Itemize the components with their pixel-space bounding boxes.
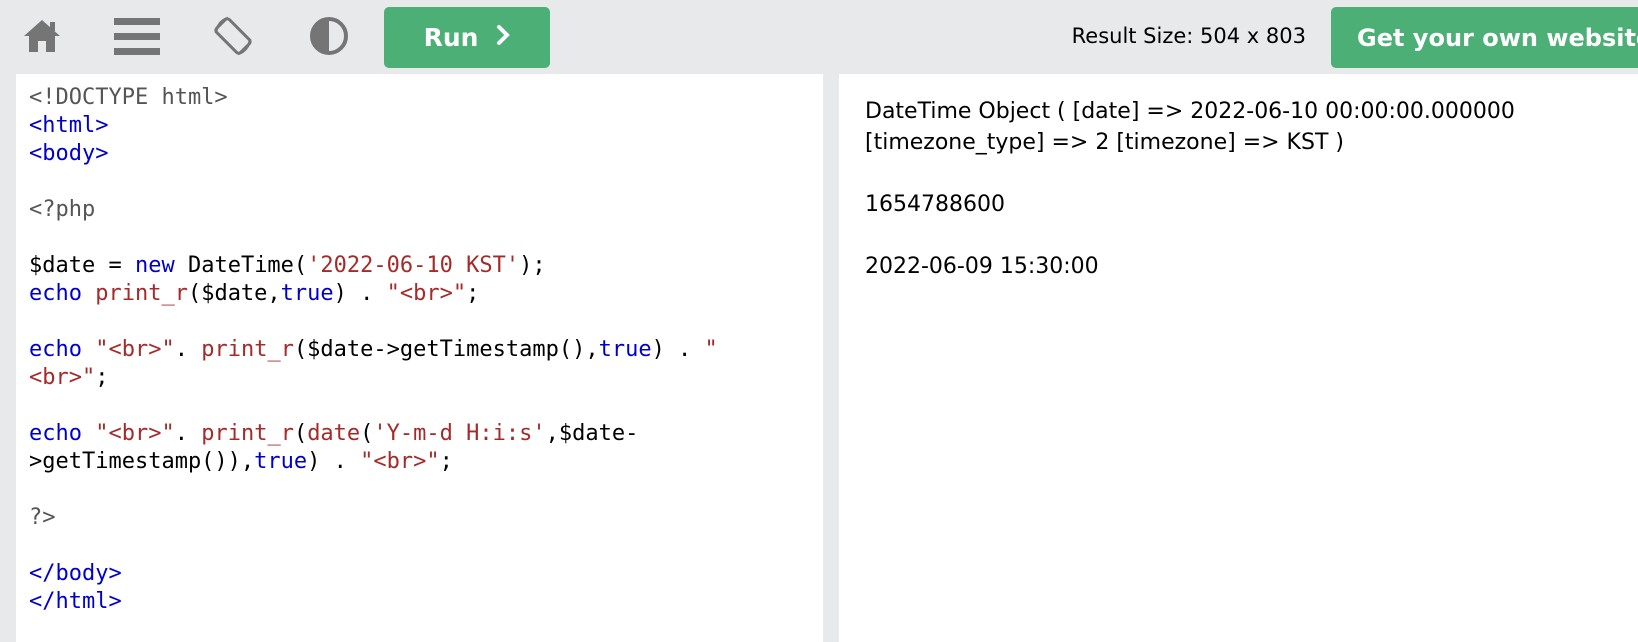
- code-content[interactable]: <!DOCTYPE html> <html> <body> <?php $dat…: [16, 74, 823, 616]
- toolbar: Run Result Size: 504 x 803 Get your own …: [0, 0, 1638, 72]
- rotate-icon[interactable]: [205, 10, 261, 62]
- code-line: ?>: [29, 505, 56, 530]
- code-line: echo "<br>". print_r($date->getTimestamp…: [29, 337, 718, 362]
- result-output: DateTime Object ( [date] => 2022-06-10 0…: [839, 74, 1638, 282]
- code-line: $date = new DateTime('2022-06-10 KST');: [29, 253, 546, 278]
- home-icon[interactable]: [14, 10, 70, 62]
- code-line: </html>: [29, 589, 122, 614]
- run-label: Run: [423, 23, 479, 52]
- code-line: <?php: [29, 197, 96, 222]
- code-line: <br>";: [29, 365, 109, 390]
- result-size-label: Result Size: 504 x 803: [1071, 24, 1306, 48]
- code-line: <html>: [29, 113, 109, 138]
- code-editor[interactable]: <!DOCTYPE html> <html> <body> <?php $dat…: [16, 74, 823, 642]
- chevron-right-icon: [496, 24, 511, 52]
- output-line: DateTime Object ( [date] => 2022-06-10 0…: [865, 99, 1515, 155]
- output-line: 2022-06-09 15:30:00: [865, 254, 1099, 279]
- code-line: <body>: [29, 141, 109, 166]
- get-your-own-website-button[interactable]: Get your own website: [1331, 7, 1638, 68]
- code-line: echo "<br>". print_r(date('Y-m-d H:i:s',…: [29, 421, 639, 446]
- code-line: echo print_r($date,true) . "<br>";: [29, 281, 480, 306]
- code-line: >getTimestamp()),true) . "<br>";: [29, 449, 453, 474]
- code-line: </body>: [29, 561, 122, 586]
- panel-resize-handle[interactable]: [823, 74, 839, 642]
- result-panel: DateTime Object ( [date] => 2022-06-10 0…: [839, 74, 1638, 642]
- contrast-icon[interactable]: [301, 10, 357, 62]
- run-button[interactable]: Run: [384, 7, 550, 68]
- code-line: <!DOCTYPE html>: [29, 85, 228, 110]
- output-line: 1654788600: [865, 192, 1005, 217]
- menu-icon[interactable]: [109, 10, 165, 62]
